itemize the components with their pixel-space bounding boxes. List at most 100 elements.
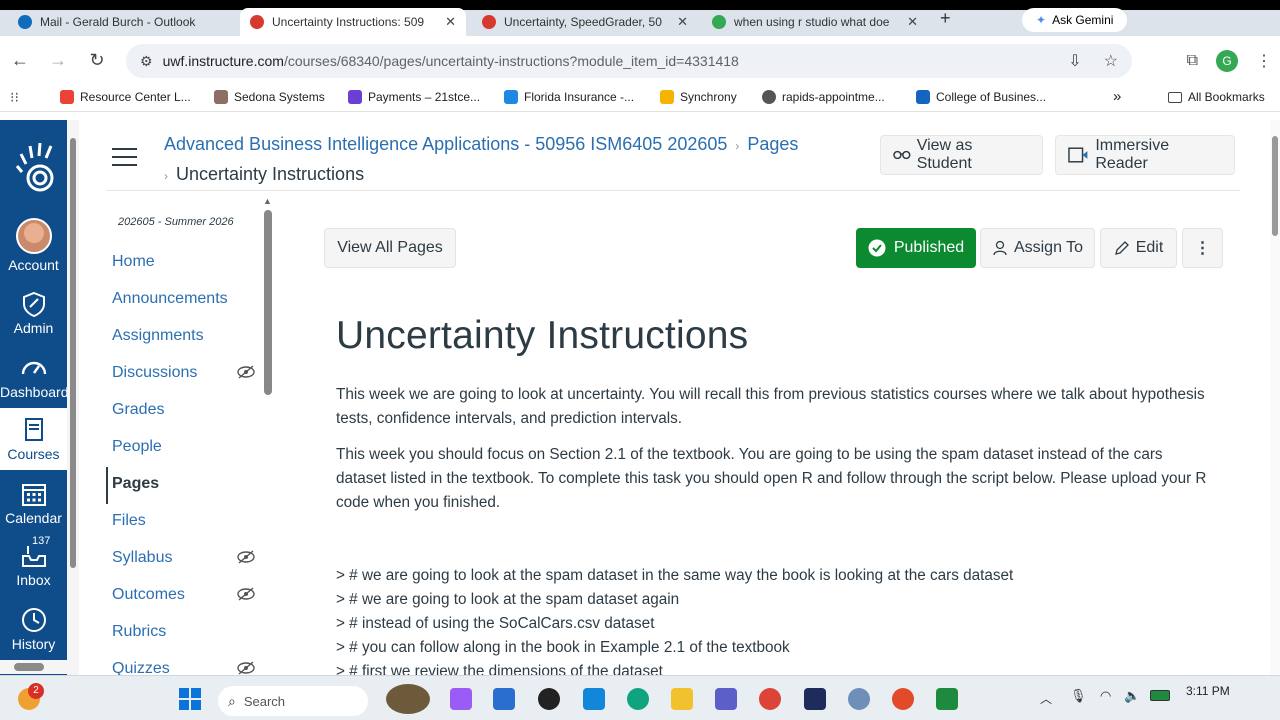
more-bookmarks-icon[interactable]: » <box>1113 88 1121 105</box>
global-nav-inbox[interactable]: 137 Inbox <box>0 535 67 588</box>
ask-gemini-button[interactable]: ✦ Ask Gemini <box>1022 8 1128 32</box>
global-nav-scrollbar[interactable] <box>67 120 79 675</box>
global-nav-courses[interactable]: Courses <box>0 408 67 470</box>
file-explorer-icon[interactable] <box>671 688 693 710</box>
profile-avatar[interactable]: G <box>1216 50 1238 72</box>
taskbar-clock[interactable]: 3:11 PM <box>1186 684 1230 698</box>
app-icon[interactable] <box>892 688 914 710</box>
published-button[interactable]: Published <box>856 228 976 268</box>
reload-icon[interactable]: ↻ <box>79 42 115 78</box>
dell-icon[interactable] <box>538 688 560 710</box>
global-nav-admin[interactable]: Admin <box>0 290 67 336</box>
bookmark-item[interactable]: Payments – 21stce... <box>348 90 480 104</box>
bookmark-item[interactable]: Sedona Systems <box>214 90 325 104</box>
global-nav-account[interactable]: Account <box>0 218 67 273</box>
immersive-reader-button[interactable]: Immersive Reader <box>1055 135 1235 175</box>
url-host: uwf.instructure.com <box>162 53 284 69</box>
view-as-student-label: View as Student <box>916 137 973 172</box>
battery-icon[interactable] <box>1150 690 1170 701</box>
forward-arrow-icon[interactable]: → <box>40 42 76 78</box>
breadcrumb-course-link[interactable]: Advanced Business Intelligence Applicati… <box>164 134 727 154</box>
microphone-icon[interactable]: 🎙 <box>1070 688 1087 704</box>
gemini-icon: ✦ <box>1036 13 1047 27</box>
excel-icon[interactable] <box>936 688 958 710</box>
course-nav-assignments[interactable]: Assignments <box>106 319 261 356</box>
all-bookmarks-button[interactable]: All Bookmarks <box>1168 90 1265 104</box>
app-icon[interactable] <box>804 688 826 710</box>
close-tab-icon[interactable]: ✕ <box>677 14 688 30</box>
taskbar-search-box[interactable]: ⌕ Search <box>218 686 368 716</box>
scrollbar-thumb[interactable] <box>14 663 44 671</box>
teams-icon[interactable] <box>493 688 515 710</box>
calendar-icon <box>21 484 46 506</box>
course-menu-toggle-icon[interactable] <box>112 148 137 166</box>
edge-icon[interactable] <box>627 688 649 710</box>
apps-grid-icon[interactable]: ⁝⁝ <box>10 89 19 106</box>
course-nav-outcomes[interactable]: Outcomes <box>106 578 261 615</box>
immersive-reader-icon <box>1068 147 1088 163</box>
assign-to-button[interactable]: Assign To <box>980 228 1095 268</box>
wifi-icon[interactable]: ◠ <box>1100 688 1111 704</box>
bookmark-item[interactable]: Florida Insurance -... <box>504 90 634 104</box>
browser-tab-uncertainty-instructions[interactable]: Uncertainty Instructions: 509 ✕ <box>240 8 466 36</box>
scroll-up-icon[interactable]: ▲ <box>263 196 272 206</box>
course-nav-people[interactable]: People <box>106 430 261 467</box>
scrollbar-thumb[interactable] <box>264 210 272 395</box>
chrome-icon[interactable] <box>759 688 781 710</box>
course-nav-label: Rubrics <box>112 623 167 640</box>
course-nav-pages[interactable]: Pages <box>106 467 261 504</box>
speaker-icon[interactable]: 🔈 <box>1124 688 1140 704</box>
edit-label: Edit <box>1135 239 1164 256</box>
course-nav-syllabus[interactable]: Syllabus <box>106 541 261 578</box>
course-nav-files[interactable]: Files <box>106 504 261 541</box>
view-all-pages-button[interactable]: View All Pages <box>324 228 456 268</box>
teams-chat-icon[interactable] <box>715 688 737 710</box>
bookmark-favicon-icon <box>504 90 518 104</box>
site-info-icon[interactable]: ⚙ <box>140 53 153 70</box>
install-app-icon[interactable]: ⇩ <box>1068 51 1081 71</box>
cast-icon[interactable]: ⧉ <box>1187 52 1198 70</box>
course-nav-home[interactable]: Home <box>106 245 261 282</box>
chevron-up-icon[interactable]: ︿ <box>1040 690 1052 707</box>
windows-start-icon[interactable] <box>178 687 202 711</box>
browser-tab-google-search[interactable]: when using r studio what doe ✕ <box>702 8 928 36</box>
breadcrumb-pages-link[interactable]: Pages <box>747 134 798 154</box>
bookmark-item[interactable]: College of Busines... <box>916 90 1046 104</box>
bookmark-item[interactable]: rapids-appointme... <box>762 90 885 104</box>
bookmark-star-icon[interactable]: ☆ <box>1104 51 1118 71</box>
history-icon <box>21 608 46 632</box>
institution-logo[interactable] <box>14 140 60 196</box>
course-nav-announcements[interactable]: Announcements <box>106 282 261 319</box>
browser-tab-outlook[interactable]: Mail - Gerald Burch - Outlook <box>8 8 238 36</box>
courses-icon <box>24 418 43 441</box>
copilot-icon[interactable] <box>450 688 472 710</box>
page-scrollbar[interactable] <box>1270 120 1280 675</box>
browser-menu-icon[interactable]: ⋮ <box>1256 51 1272 71</box>
r-icon[interactable] <box>848 688 870 710</box>
edit-button[interactable]: Edit <box>1100 228 1177 268</box>
address-bar[interactable]: ⚙ uwf.instructure.com/courses/68340/page… <box>126 44 1132 78</box>
bookmark-item[interactable]: Resource Center L... <box>60 90 191 104</box>
app-icon[interactable] <box>583 688 605 710</box>
bookmark-favicon-icon <box>762 90 776 104</box>
global-nav-calendar[interactable]: Calendar <box>0 480 67 526</box>
course-nav-discussions[interactable]: Discussions <box>106 356 261 393</box>
scrollbar-thumb[interactable] <box>1272 136 1278 236</box>
page-title: Uncertainty Instructions <box>336 314 749 357</box>
browser-tab-speedgrader[interactable]: Uncertainty, SpeedGrader, 50 ✕ <box>472 8 698 36</box>
close-tab-icon[interactable]: ✕ <box>907 14 918 30</box>
scrollbar-thumb[interactable] <box>70 138 76 568</box>
course-nav-rubrics[interactable]: Rubrics <box>106 615 261 652</box>
back-arrow-icon[interactable]: ← <box>2 42 38 78</box>
new-tab-button[interactable]: + <box>940 8 951 29</box>
more-options-icon[interactable]: ⋮ <box>1182 228 1223 268</box>
course-nav-grades[interactable]: Grades <box>106 393 261 430</box>
course-nav-scrollbar[interactable]: ▲ <box>262 196 274 656</box>
global-nav-history[interactable]: History <box>0 606 67 652</box>
view-as-student-button[interactable]: View as Student <box>880 135 1043 175</box>
global-nav-dashboard[interactable]: Dashboard <box>0 354 69 400</box>
bookmark-favicon-icon <box>660 90 674 104</box>
close-tab-icon[interactable]: ✕ <box>445 14 456 30</box>
horizontal-scrollbar[interactable] <box>0 660 67 674</box>
bookmark-item[interactable]: Synchrony <box>660 90 737 104</box>
